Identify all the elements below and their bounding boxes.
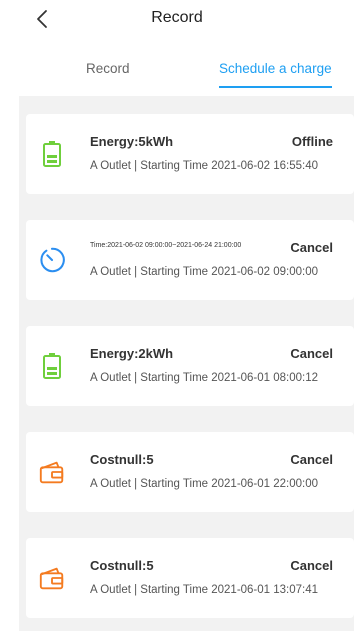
tab-record[interactable]: Record bbox=[86, 61, 130, 76]
record-subtitle: A Outlet | Starting Time 2021-06-01 08:0… bbox=[90, 372, 319, 384]
record-card[interactable]: Time:2021-06-02 09:00:00~2021-06-24 21:0… bbox=[26, 220, 354, 300]
tab-bar: Record Schedule a charge bbox=[0, 54, 354, 94]
record-card[interactable]: Costnull:5 Cancel A Outlet | Starting Ti… bbox=[26, 538, 354, 618]
record-list[interactable]: Energy:5kWh Offline A Outlet | Starting … bbox=[19, 96, 354, 631]
record-status-cancel[interactable]: Cancel bbox=[290, 346, 333, 361]
record-card[interactable]: Energy:5kWh Offline A Outlet | Starting … bbox=[26, 114, 354, 194]
active-tab-indicator bbox=[219, 86, 332, 88]
record-main-text: Energy:2kWh bbox=[90, 346, 174, 361]
record-main-text: Energy:5kWh bbox=[90, 134, 174, 149]
record-main-text: Time:2021-06-02 09:00:00~2021-06-24 21:0… bbox=[90, 242, 242, 249]
record-subtitle: A Outlet | Starting Time 2021-06-02 16:5… bbox=[90, 160, 319, 172]
wallet-icon bbox=[38, 564, 66, 592]
tab-schedule-a-charge[interactable]: Schedule a charge bbox=[219, 61, 332, 76]
record-main-text: Costnull:5 bbox=[90, 452, 154, 467]
battery-icon bbox=[38, 140, 66, 168]
record-status: Offline bbox=[291, 134, 333, 149]
battery-icon bbox=[38, 352, 66, 380]
wallet-icon bbox=[38, 458, 66, 486]
record-card[interactable]: Costnull:5 Cancel A Outlet | Starting Ti… bbox=[26, 432, 354, 512]
record-status-cancel[interactable]: Cancel bbox=[290, 240, 333, 255]
timer-icon bbox=[38, 246, 66, 274]
record-main-text: Costnull:5 bbox=[90, 558, 154, 573]
record-subtitle: A Outlet | Starting Time 2021-06-01 22:0… bbox=[90, 478, 319, 490]
record-status-cancel[interactable]: Cancel bbox=[290, 558, 333, 573]
record-subtitle: A Outlet | Starting Time 2021-06-02 09:0… bbox=[90, 266, 319, 278]
record-status-cancel[interactable]: Cancel bbox=[290, 452, 333, 467]
record-subtitle: A Outlet | Starting Time 2021-06-01 13:0… bbox=[90, 584, 319, 596]
app-header: Record bbox=[0, 0, 354, 40]
page-title: Record bbox=[151, 9, 203, 26]
record-card[interactable]: Energy:2kWh Cancel A Outlet | Starting T… bbox=[26, 326, 354, 406]
